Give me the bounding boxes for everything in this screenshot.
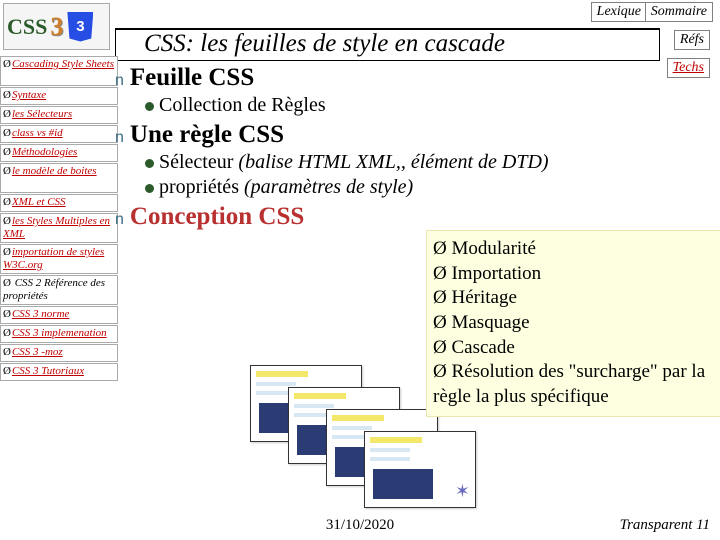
heading-regle: nUne règle CSS: [115, 121, 715, 149]
sidebar-item-1[interactable]: Syntaxe: [0, 87, 118, 105]
refs-button[interactable]: Réfs: [674, 30, 710, 50]
sidebar-item-0[interactable]: Cascading Style Sheets: [0, 56, 118, 86]
sidebar-item-10[interactable]: CSS 3 norme: [0, 306, 118, 324]
bullet-n-icon: n: [115, 211, 124, 228]
sidebar-item-5[interactable]: le modèle de boites: [0, 163, 118, 193]
sidebar-item-9[interactable]: CSS 2 Référence des propriétés: [0, 275, 118, 305]
sidebar-item-12[interactable]: CSS 3 -moz: [0, 344, 118, 362]
sidebar-item-4[interactable]: Méthodologies: [0, 144, 118, 162]
item-collection: Collection de Règles: [145, 94, 715, 117]
sidebar-item-3[interactable]: class vs #id: [0, 125, 118, 143]
bullet-n-icon: n: [115, 72, 124, 89]
heading-conception: nConception CSS: [115, 203, 715, 231]
sommaire-button[interactable]: Sommaire: [645, 2, 713, 22]
overlay-box: ModularitéImportationHéritageMasquageCas…: [426, 230, 720, 417]
overlay-line-3: Masquage: [433, 311, 719, 336]
sidebar-item-13[interactable]: CSS 3 Tutoriaux: [0, 363, 118, 381]
bullet-n-icon: n: [115, 129, 124, 146]
sidebar-item-8[interactable]: importation de styles W3C.org: [0, 244, 118, 274]
sidebar-item-11[interactable]: CSS 3 implemenation: [0, 325, 118, 343]
overlay-line-2: Héritage: [433, 286, 719, 311]
lexique-button[interactable]: Lexique: [591, 2, 647, 22]
sidebar-item-7[interactable]: les Styles Multiples en XML: [0, 213, 118, 243]
overlay-line-0: Modularité: [433, 237, 719, 262]
css3-shield-icon: 3: [67, 12, 93, 42]
item-proprietes: propriétés (paramètres de style): [145, 176, 715, 199]
sidebar-item-6[interactable]: XML et CSS: [0, 194, 118, 212]
footer-slide-number: Transparent 11: [620, 517, 710, 534]
overlay-line-4: Cascade: [433, 336, 719, 361]
overlay-line-5: Résolution des "surcharge" par la règle …: [433, 360, 719, 409]
heading-feuille: nFeuille CSS: [115, 64, 715, 92]
footer-date: 31/10/2020: [0, 517, 720, 534]
slide-root: CSS 3 3 Lexique Sommaire CSS: les feuill…: [0, 0, 720, 540]
item-selecteur: Sélecteur (balise HTML XML,, élément de …: [145, 151, 715, 174]
disc-bullet-icon: [145, 184, 154, 193]
disc-bullet-icon: [145, 102, 154, 111]
logo-year: 3: [50, 12, 63, 42]
disc-bullet-icon: [145, 159, 154, 168]
page-title: CSS: les feuilles de style en cascade: [115, 28, 660, 61]
logo: CSS 3 3: [3, 3, 110, 50]
sidebar: Cascading Style SheetsSyntaxeles Sélecte…: [0, 55, 118, 382]
logo-css-text: CSS: [4, 14, 47, 40]
diagram-card-icon: ✶: [364, 431, 476, 508]
overlay-line-1: Importation: [433, 262, 719, 287]
sidebar-item-2[interactable]: les Sélecteurs: [0, 106, 118, 124]
